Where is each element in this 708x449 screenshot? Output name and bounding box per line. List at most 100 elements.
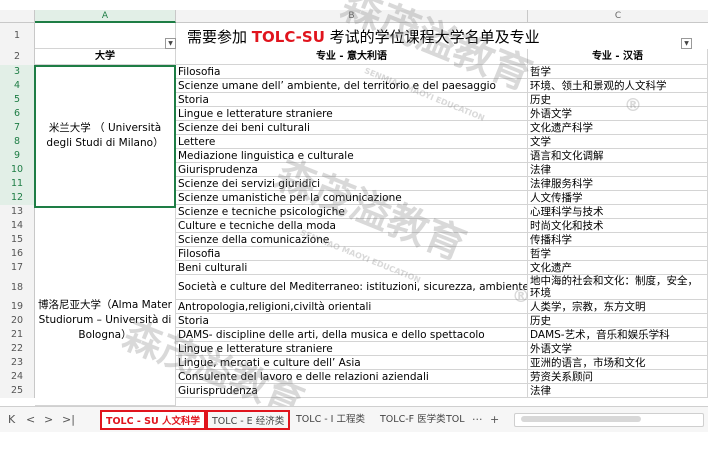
row-header[interactable]: 25: [0, 384, 35, 398]
filter-dropdown-a1[interactable]: ▼: [165, 38, 176, 49]
cell-major-italian[interactable]: Scienze dei servizi giuridici: [176, 177, 528, 191]
cell-major-italian[interactable]: DAMS- discipline delle arti, della music…: [176, 328, 528, 342]
header-major-italian[interactable]: 专业 - 意大利语: [176, 49, 528, 65]
row-header[interactable]: 18: [0, 275, 35, 300]
cell-major-chinese[interactable]: 法律服务科学: [528, 177, 708, 191]
scrollbar-thumb[interactable]: [521, 416, 641, 422]
row-header[interactable]: 2: [0, 49, 35, 65]
cell-major-chinese[interactable]: 人文传播学: [528, 191, 708, 205]
prev-sheet-button[interactable]: <: [26, 413, 35, 426]
row-header[interactable]: 6: [0, 107, 35, 121]
column-header-a[interactable]: A: [35, 10, 176, 23]
cell-a1[interactable]: [35, 23, 176, 49]
cell-major-italian[interactable]: Storia: [176, 93, 528, 107]
cell-major-chinese[interactable]: 文化遗产: [528, 261, 708, 275]
cell-major-chinese[interactable]: 人类学，宗教，东方文明: [528, 300, 708, 314]
tab-tolc-su[interactable]: TOLC - SU 人文科学: [100, 410, 207, 430]
more-sheets-button[interactable]: ···: [472, 413, 483, 426]
row-header[interactable]: 5: [0, 93, 35, 107]
cell-major-italian[interactable]: Scienze della comunicazione: [176, 233, 528, 247]
cell-major-chinese[interactable]: 历史: [528, 93, 708, 107]
cell-major-italian[interactable]: Storia: [176, 314, 528, 328]
cell-major-italian[interactable]: Giurisprudenza: [176, 384, 528, 398]
cell-major-italian[interactable]: Lingue e letterature straniere: [176, 342, 528, 356]
cell-major-italian[interactable]: Beni culturali: [176, 261, 528, 275]
row-header[interactable]: 19: [0, 300, 35, 314]
column-header-b[interactable]: B: [176, 10, 528, 23]
row-header[interactable]: 13: [0, 205, 35, 219]
tab-tolc-e[interactable]: TOLC - E 经济类: [206, 410, 291, 430]
cell-major-chinese[interactable]: 语言和文化调解: [528, 149, 708, 163]
cell-major-chinese[interactable]: 文化遗产科学: [528, 121, 708, 135]
row-header[interactable]: 23: [0, 356, 35, 370]
cell-major-chinese[interactable]: 法律: [528, 163, 708, 177]
bottom-margin: [0, 432, 708, 449]
row-header[interactable]: 17: [0, 261, 35, 275]
add-sheet-button[interactable]: +: [490, 413, 499, 426]
row-header[interactable]: 1: [0, 23, 35, 49]
cell-major-italian[interactable]: Scienze dei beni culturali: [176, 121, 528, 135]
cell-major-italian[interactable]: Scienze umanistiche per la comunicazione: [176, 191, 528, 205]
row-header[interactable]: 21: [0, 328, 35, 342]
row-header[interactable]: 20: [0, 314, 35, 328]
cell-major-italian[interactable]: Giurisprudenza: [176, 163, 528, 177]
row-header[interactable]: 10: [0, 163, 35, 177]
first-sheet-button[interactable]: K: [8, 413, 15, 426]
select-all-corner[interactable]: [0, 10, 35, 23]
sheet-tab-bar: K < > >| TOLC - SU 人文科学 TOLC - E 经济类 TOL…: [0, 406, 708, 433]
cell-major-chinese[interactable]: 环境、领土和景观的人文科学: [528, 79, 708, 93]
cell-major-chinese[interactable]: 地中海的社会和文化：制度，安全，环境: [528, 275, 708, 300]
row-header[interactable]: 22: [0, 342, 35, 356]
cell-major-italian[interactable]: Culture e tecniche della moda: [176, 219, 528, 233]
tab-tolc-f[interactable]: TOLC-F 医学类: [376, 410, 450, 430]
cell-major-italian[interactable]: Lettere: [176, 135, 528, 149]
sheet-title: 需要参加 TOLC-SU 考试的学位课程大学名单及专业: [187, 28, 540, 46]
merged-cell-bologna[interactable]: 博洛尼亚大学（Alma Mater Studiorum – Università…: [35, 208, 176, 406]
cell-major-italian[interactable]: Scienze e tecniche psicologiche: [176, 205, 528, 219]
cell-major-italian[interactable]: Scienze umane dell’ ambiente, del territ…: [176, 79, 528, 93]
cell-major-italian[interactable]: Filosofia: [176, 247, 528, 261]
next-sheet-button[interactable]: >: [44, 413, 53, 426]
header-major-chinese[interactable]: 专业 - 汉语: [528, 49, 708, 65]
last-sheet-button[interactable]: >|: [62, 413, 75, 426]
cell-major-italian[interactable]: Società e culture del Mediterraneo: isti…: [176, 275, 528, 300]
row-header[interactable]: 15: [0, 233, 35, 247]
cell-major-chinese[interactable]: 法律: [528, 384, 708, 398]
row-header[interactable]: 4: [0, 79, 35, 93]
cell-major-chinese[interactable]: 历史: [528, 314, 708, 328]
cell-major-chinese[interactable]: 文学: [528, 135, 708, 149]
row-header[interactable]: 9: [0, 149, 35, 163]
column-header-c[interactable]: C: [528, 10, 708, 23]
cell-major-italian[interactable]: Lingue, mercati e culture dell’ Asia: [176, 356, 528, 370]
row-header[interactable]: 16: [0, 247, 35, 261]
filter-dropdown-c1[interactable]: ▼: [681, 38, 692, 49]
horizontal-scrollbar[interactable]: [514, 413, 704, 427]
row-header[interactable]: 12: [0, 191, 35, 205]
cell-major-chinese[interactable]: 哲学: [528, 65, 708, 79]
cell-major-chinese[interactable]: 亚洲的语言，市场和文化: [528, 356, 708, 370]
cell-major-chinese[interactable]: 时尚文化和技术: [528, 219, 708, 233]
cell-major-chinese[interactable]: 心理科学与技术: [528, 205, 708, 219]
cell-major-italian[interactable]: Antropologia,religioni,civiltà orientali: [176, 300, 528, 314]
tab-tolc-i[interactable]: TOLC - I 工程类: [292, 410, 369, 430]
row-header[interactable]: 7: [0, 121, 35, 135]
cell-major-chinese[interactable]: 外语文学: [528, 342, 708, 356]
merged-cell-milan[interactable]: 米兰大学 （ Università degli Studi di Milano）: [35, 65, 176, 208]
cell-major-chinese[interactable]: 哲学: [528, 247, 708, 261]
cell-major-chinese[interactable]: 外语文学: [528, 107, 708, 121]
row-header[interactable]: 24: [0, 370, 35, 384]
cell-major-chinese[interactable]: 传播科学: [528, 233, 708, 247]
cell-major-italian[interactable]: Consulente del lavoro e delle relazioni …: [176, 370, 528, 384]
cell-major-italian[interactable]: Mediazione linguistica e culturale: [176, 149, 528, 163]
cell-major-chinese[interactable]: 劳资关系顾问: [528, 370, 708, 384]
row-header[interactable]: 3: [0, 65, 35, 79]
cell-major-italian[interactable]: Lingue e letterature straniere: [176, 107, 528, 121]
tab-tol[interactable]: TOL: [442, 410, 469, 430]
row-header[interactable]: 11: [0, 177, 35, 191]
cell-major-chinese[interactable]: DAMS-艺术，音乐和娱乐学科: [528, 328, 708, 342]
row-header[interactable]: 14: [0, 219, 35, 233]
header-university[interactable]: 大学: [35, 49, 176, 65]
row-header[interactable]: 8: [0, 135, 35, 149]
spreadsheet-grid: A B C 1 2 3 4 5 6 7 8 9 10 11 12 13 14 15 16 17 18 19 20 21 2…: [0, 0, 708, 406]
cell-major-italian[interactable]: Filosofia: [176, 65, 528, 79]
